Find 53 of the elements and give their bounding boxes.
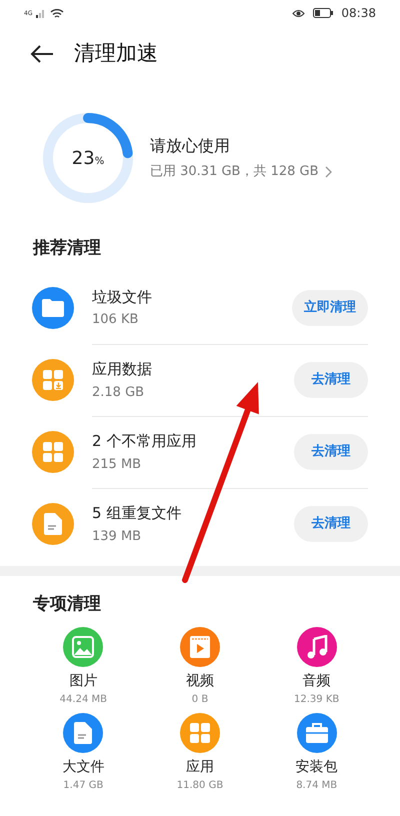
category-name: 大文件 [62,758,104,777]
category-name: 应用 [186,758,214,777]
clock: 08:38 [341,5,376,22]
item-size: 106 KB [92,311,140,329]
document-icon [74,722,92,744]
item-name: 5 组重复文件 [92,503,182,524]
music-note-icon [306,635,328,659]
category-size: 11.80 GB [176,779,224,793]
category-icon[interactable] [63,627,104,667]
category-icon[interactable] [180,713,220,753]
back-arrow-icon[interactable] [30,45,54,63]
category-name: 音频 [302,672,331,691]
category-size: 44.24 MB [60,693,107,707]
image-icon [72,636,94,658]
item-name: 应用数据 [92,359,153,380]
category-size: 12.39 KB [294,693,340,707]
category-name: 图片 [69,672,98,691]
briefcase-icon [304,722,329,744]
folder-icon [41,298,65,318]
category-icon[interactable] [296,713,337,753]
item-name: 垃圾文件 [92,286,153,308]
item-size: 139 MB [92,528,142,546]
section-title: 专项清理 [32,592,102,616]
clean-button[interactable]: 立即清理 [292,290,368,326]
storage-usage: 已用 30.31 GB，共 128 GB [150,163,319,182]
category-icon[interactable] [180,627,220,667]
clean-button[interactable]: 去清理 [294,362,368,398]
page-title: 清理加速 [74,40,158,68]
item-size: 2.18 GB [92,384,146,402]
category-size: 8.74 MB [296,779,338,793]
category-icon[interactable] [296,627,337,667]
category-icon[interactable] [63,713,104,753]
grid-download-icon [42,368,64,390]
percent-value: 23% [72,146,104,170]
eye-icon [292,8,306,18]
category-size: 0 B [192,693,208,707]
storage-status: 请放心使用 [150,135,231,158]
video-icon [190,636,210,658]
clean-button[interactable]: 去清理 [294,506,368,542]
wifi-icon [50,8,64,18]
document-icon [44,512,62,534]
item-name: 2 个不常用应用 [92,431,198,452]
chevron-right-icon[interactable] [324,166,332,178]
item-size: 215 MB [92,456,142,474]
clean-button[interactable]: 去清理 [294,434,368,470]
battery-icon [313,8,334,18]
category-size: 1.47 GB [63,779,104,793]
grid-icon [188,722,211,744]
signal-icon [36,8,46,18]
grid-icon [42,440,64,462]
category-name: 安装包 [296,758,338,777]
section-title: 推荐清理 [32,237,102,260]
category-name: 视频 [186,672,214,691]
